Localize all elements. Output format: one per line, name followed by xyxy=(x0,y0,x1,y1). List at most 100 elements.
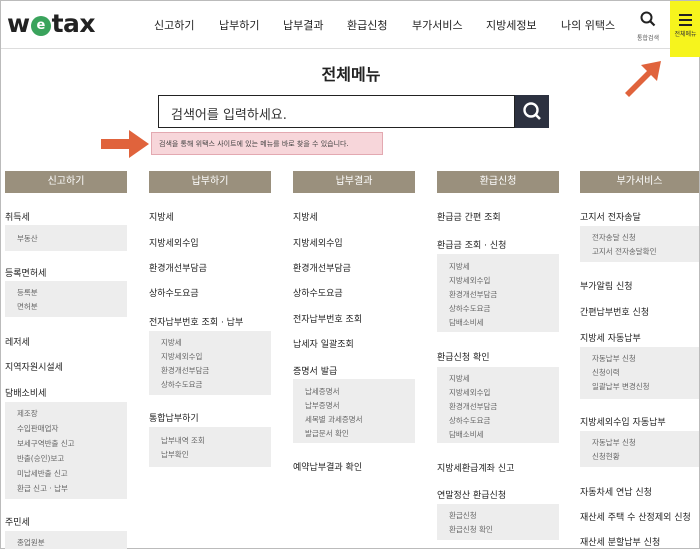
submenu-item[interactable]: 부동산 xyxy=(17,233,38,244)
submenu-item[interactable]: 환급신청 확인 xyxy=(449,524,493,535)
column-header[interactable]: 신고하기 xyxy=(5,171,127,193)
top-header: w e tax 신고하기 납부하기 납부결과 환급신청 부가서비스 지방세정보 나의… xyxy=(1,1,700,49)
submenu-item[interactable]: 납부내역 조회 xyxy=(161,435,205,446)
submenu-item[interactable]: 발급문서 확인 xyxy=(305,428,349,439)
nav-extra-services[interactable]: 부가서비스 xyxy=(412,17,463,33)
submenu-box: 납세증명서 납부증명서 세목별 과세증명서 발급문서 확인 xyxy=(293,379,415,443)
menu-item[interactable]: 담배소비세 xyxy=(5,386,46,399)
submenu-item[interactable]: 등록분 xyxy=(17,287,38,298)
menu-column-report: 신고하기 xyxy=(5,171,127,193)
menu-item[interactable]: 등록면허세 xyxy=(5,266,46,279)
submenu-item[interactable]: 환경개선부담금 xyxy=(161,365,209,376)
submenu-item[interactable]: 지방세외수입 xyxy=(449,387,490,398)
menu-item[interactable]: 주민세 xyxy=(5,515,30,528)
menu-column-pay: 납부하기 xyxy=(149,171,271,193)
submenu-item[interactable]: 제조장 xyxy=(17,408,38,419)
column-header[interactable]: 납부결과 xyxy=(293,171,415,193)
submenu-item[interactable]: 납부확인 xyxy=(161,449,189,460)
submenu-item[interactable]: 상하수도요금 xyxy=(449,303,490,314)
nav-my-wetax[interactable]: 나의 위택스 xyxy=(561,17,615,33)
submenu-item[interactable]: 환경개선부담금 xyxy=(449,289,497,300)
wetax-logo[interactable]: w e tax xyxy=(7,9,96,38)
logo-circle: e xyxy=(30,16,51,36)
menu-item[interactable]: 지방세외수입 자동납부 xyxy=(580,415,666,428)
submenu-item[interactable]: 상하수도요금 xyxy=(449,415,490,426)
menu-item[interactable]: 지역자원시설세 xyxy=(5,360,63,373)
menu-item[interactable]: 통합납부하기 xyxy=(149,411,199,424)
menu-item[interactable]: 고지서 전자송달 xyxy=(580,210,641,223)
column-header[interactable]: 부가서비스 xyxy=(580,171,699,193)
menu-item[interactable]: 재산세 주택 수 산정제외 신청 xyxy=(580,510,691,523)
menu-item[interactable]: 간편납부번호 신청 xyxy=(580,305,649,318)
menu-item[interactable]: 연말정산 환급신청 xyxy=(437,488,506,501)
menu-item[interactable]: 환경개선부담금 xyxy=(293,261,351,274)
menu-column-pay-result: 납부결과 xyxy=(293,171,415,193)
menu-item[interactable]: 지방세 xyxy=(293,210,318,223)
menu-item[interactable]: 전자납부번호 조회 · 납부 xyxy=(149,315,243,328)
nav-report[interactable]: 신고하기 xyxy=(154,17,194,33)
menu-item[interactable]: 지방세환급계좌 신고 xyxy=(437,461,514,474)
submenu-item[interactable]: 보세구역반출 신고 xyxy=(17,438,75,449)
menu-item[interactable]: 상하수도요금 xyxy=(149,286,199,299)
hamburger-icon xyxy=(679,14,692,26)
menu-item[interactable]: 환급금 간편 조회 xyxy=(437,210,501,223)
menu-item[interactable]: 재산세 분할납부 신청 xyxy=(580,535,660,548)
menu-item[interactable]: 상하수도요금 xyxy=(293,286,343,299)
nav-pay[interactable]: 납부하기 xyxy=(219,17,259,33)
column-header[interactable]: 환급신청 xyxy=(437,171,559,193)
menu-item[interactable]: 예약납부결과 확인 xyxy=(293,460,362,473)
submenu-box: 지방세 지방세외수입 환경개선부담금 상하수도요금 담배소비세 xyxy=(437,254,559,332)
submenu-item[interactable]: 지방세 xyxy=(449,373,470,384)
menu-item[interactable]: 환경개선부담금 xyxy=(149,261,207,274)
submenu-item[interactable]: 신청현황 xyxy=(592,451,620,462)
submenu-item[interactable]: 지방세 xyxy=(161,337,182,348)
menu-item[interactable]: 자동차세 연납 신청 xyxy=(580,485,652,498)
submenu-item[interactable]: 세목별 과세증명서 xyxy=(305,414,363,425)
submenu-item[interactable]: 담배소비세 xyxy=(449,317,484,328)
menu-item[interactable]: 지방세 자동납부 xyxy=(580,331,641,344)
submenu-item[interactable]: 종업원분 xyxy=(17,537,45,548)
full-menu-button[interactable]: 전체메뉴 xyxy=(670,1,700,57)
submenu-item[interactable]: 환경개선부담금 xyxy=(449,401,497,412)
submenu-item[interactable]: 지방세 xyxy=(449,261,470,272)
submenu-item[interactable]: 반출(승인)보고 xyxy=(17,453,64,464)
menu-item[interactable]: 환급금 조회 · 신청 xyxy=(437,238,506,251)
menu-search-input[interactable]: 검색어를 입력하세요. xyxy=(158,95,515,128)
menu-item[interactable]: 전자납부번호 조회 xyxy=(293,312,362,325)
submenu-item[interactable]: 수입판매업자 xyxy=(17,423,58,434)
menu-item[interactable]: 레저세 xyxy=(5,335,30,348)
submenu-item[interactable]: 신청이력 xyxy=(592,367,620,378)
submenu-item[interactable]: 납부증명서 xyxy=(305,400,340,411)
column-header[interactable]: 납부하기 xyxy=(149,171,271,193)
submenu-item[interactable]: 환급 신고 · 납부 xyxy=(17,483,68,494)
submenu-item[interactable]: 고지서 전자송달확인 xyxy=(592,246,656,257)
submenu-item[interactable]: 일괄납부 변경신청 xyxy=(592,381,650,392)
menu-search-button[interactable] xyxy=(515,95,549,128)
integrated-search-button[interactable]: 통합검색 xyxy=(635,11,661,42)
nav-pay-result[interactable]: 납부결과 xyxy=(283,17,323,33)
menu-item[interactable]: 납세자 일괄조회 xyxy=(293,337,354,350)
submenu-item[interactable]: 지방세외수입 xyxy=(161,351,202,362)
menu-item[interactable]: 환급신청 확인 xyxy=(437,350,490,363)
submenu-item[interactable]: 자동납부 신청 xyxy=(592,437,636,448)
menu-item[interactable]: 부가알림 신청 xyxy=(580,279,633,292)
submenu-item[interactable]: 미납세반출 신고 xyxy=(17,468,68,479)
submenu-item[interactable]: 면허분 xyxy=(17,301,38,312)
submenu-item[interactable]: 담배소비세 xyxy=(449,429,484,440)
menu-item[interactable]: 지방세외수입 xyxy=(293,236,343,249)
menu-item[interactable]: 증명서 발급 xyxy=(293,364,337,377)
menu-item[interactable]: 지방세외수입 xyxy=(149,236,199,249)
submenu-item[interactable]: 전자송달 신청 xyxy=(592,232,636,243)
submenu-item[interactable]: 자동납부 신청 xyxy=(592,353,636,364)
submenu-box: 부동산 xyxy=(5,225,127,251)
menu-item[interactable]: 취득세 xyxy=(5,210,30,223)
submenu-item[interactable]: 환급신청 xyxy=(449,510,477,521)
submenu-item[interactable]: 상하수도요금 xyxy=(161,379,202,390)
submenu-item[interactable]: 납세증명서 xyxy=(305,386,340,397)
nav-refund[interactable]: 환급신청 xyxy=(347,17,387,33)
submenu-item[interactable]: 지방세외수입 xyxy=(449,275,490,286)
search-icon xyxy=(640,11,656,27)
nav-local-tax-info[interactable]: 지방세정보 xyxy=(486,17,537,33)
logo-text-tail: tax xyxy=(51,9,96,38)
menu-item[interactable]: 지방세 xyxy=(149,210,174,223)
